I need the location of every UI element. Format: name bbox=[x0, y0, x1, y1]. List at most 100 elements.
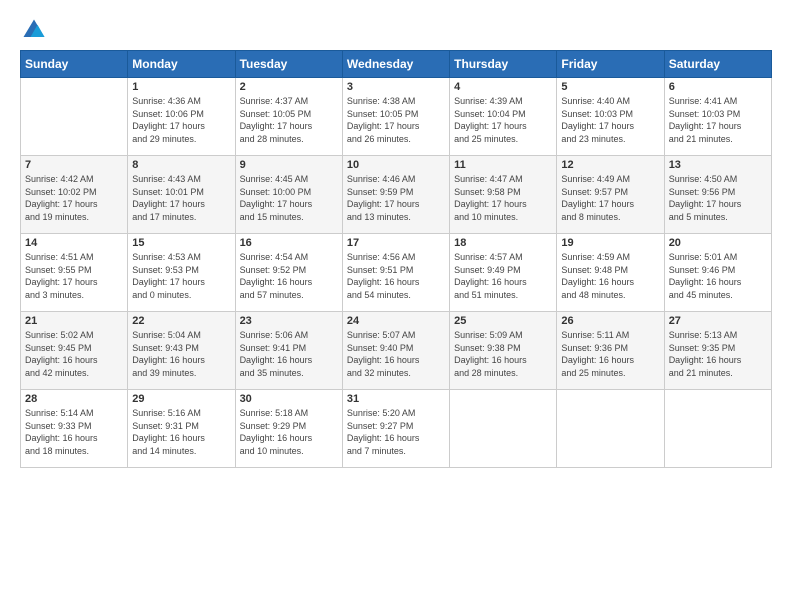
day-number: 7 bbox=[25, 159, 123, 171]
calendar-cell: 31 Sunrise: 5:20 AM Sunset: 9:27 PM Dayli… bbox=[342, 390, 449, 468]
calendar-cell: 23Sunrise: 5:06 AM Sunset: 9:41 PM Dayli… bbox=[235, 312, 342, 390]
day-info: Sunrise: 4:54 AM Sunset: 9:52 PM Dayligh… bbox=[240, 251, 338, 301]
calendar-cell: 29 Sunrise: 5:16 AM Sunset: 9:31 PM Dayli… bbox=[128, 390, 235, 468]
calendar-cell: 21Sunrise: 5:02 AM Sunset: 9:45 PM Dayli… bbox=[21, 312, 128, 390]
day-number: 6 bbox=[669, 81, 767, 93]
day-info: Sunrise: 5:18 AM Sunset: 9:29 PM Dayligh… bbox=[240, 407, 338, 457]
day-info: Sunrise: 5:02 AM Sunset: 9:45 PM Dayligh… bbox=[25, 329, 123, 379]
day-number: 4 bbox=[454, 81, 552, 93]
calendar-header-wednesday: Wednesday bbox=[342, 51, 449, 78]
day-number: 1 bbox=[132, 81, 230, 93]
day-info: Sunrise: 5:13 AM Sunset: 9:35 PM Dayligh… bbox=[669, 329, 767, 379]
day-number: 20 bbox=[669, 237, 767, 249]
calendar-header-saturday: Saturday bbox=[664, 51, 771, 78]
day-number: 17 bbox=[347, 237, 445, 249]
day-number: 13 bbox=[669, 159, 767, 171]
day-info: Sunrise: 4:57 AM Sunset: 9:49 PM Dayligh… bbox=[454, 251, 552, 301]
day-info: Sunrise: 4:39 AM Sunset: 10:04 PM Daylig… bbox=[454, 95, 552, 145]
page: SundayMondayTuesdayWednesdayThursdayFrid… bbox=[0, 0, 792, 478]
calendar-header-monday: Monday bbox=[128, 51, 235, 78]
calendar-cell: 25 Sunrise: 5:09 AM Sunset: 9:38 PM Dayli… bbox=[450, 312, 557, 390]
day-info: Sunrise: 4:47 AM Sunset: 9:58 PM Dayligh… bbox=[454, 173, 552, 223]
day-number: 18 bbox=[454, 237, 552, 249]
day-number: 24 bbox=[347, 315, 445, 327]
day-info: Sunrise: 4:50 AM Sunset: 9:56 PM Dayligh… bbox=[669, 173, 767, 223]
day-number: 10 bbox=[347, 159, 445, 171]
calendar-cell: 2 Sunrise: 4:37 AM Sunset: 10:05 PM Dayli… bbox=[235, 78, 342, 156]
calendar-header-row: SundayMondayTuesdayWednesdayThursdayFrid… bbox=[21, 51, 772, 78]
day-info: Sunrise: 5:07 AM Sunset: 9:40 PM Dayligh… bbox=[347, 329, 445, 379]
calendar-week-3: 14Sunrise: 4:51 AM Sunset: 9:55 PM Dayli… bbox=[21, 234, 772, 312]
calendar-cell: 10 Sunrise: 4:46 AM Sunset: 9:59 PM Dayli… bbox=[342, 156, 449, 234]
day-info: Sunrise: 5:04 AM Sunset: 9:43 PM Dayligh… bbox=[132, 329, 230, 379]
day-number: 5 bbox=[561, 81, 659, 93]
calendar-header-sunday: Sunday bbox=[21, 51, 128, 78]
calendar-cell bbox=[557, 390, 664, 468]
calendar-week-1: 1 Sunrise: 4:36 AM Sunset: 10:06 PM Dayli… bbox=[21, 78, 772, 156]
calendar-cell: 17 Sunrise: 4:56 AM Sunset: 9:51 PM Dayli… bbox=[342, 234, 449, 312]
day-info: Sunrise: 5:01 AM Sunset: 9:46 PM Dayligh… bbox=[669, 251, 767, 301]
calendar-cell: 7 Sunrise: 4:42 AM Sunset: 10:02 PM Dayli… bbox=[21, 156, 128, 234]
day-info: Sunrise: 4:41 AM Sunset: 10:03 PM Daylig… bbox=[669, 95, 767, 145]
calendar-cell: 15 Sunrise: 4:53 AM Sunset: 9:53 PM Dayli… bbox=[128, 234, 235, 312]
calendar-cell: 26Sunrise: 5:11 AM Sunset: 9:36 PM Dayli… bbox=[557, 312, 664, 390]
calendar-cell: 27 Sunrise: 5:13 AM Sunset: 9:35 PM Dayli… bbox=[664, 312, 771, 390]
day-info: Sunrise: 4:59 AM Sunset: 9:48 PM Dayligh… bbox=[561, 251, 659, 301]
day-number: 31 bbox=[347, 393, 445, 405]
day-number: 28 bbox=[25, 393, 123, 405]
calendar-cell bbox=[21, 78, 128, 156]
day-number: 29 bbox=[132, 393, 230, 405]
day-info: Sunrise: 4:40 AM Sunset: 10:03 PM Daylig… bbox=[561, 95, 659, 145]
day-number: 11 bbox=[454, 159, 552, 171]
calendar-cell: 9 Sunrise: 4:45 AM Sunset: 10:00 PM Dayli… bbox=[235, 156, 342, 234]
day-number: 8 bbox=[132, 159, 230, 171]
day-info: Sunrise: 5:06 AM Sunset: 9:41 PM Dayligh… bbox=[240, 329, 338, 379]
day-number: 2 bbox=[240, 81, 338, 93]
day-info: Sunrise: 4:37 AM Sunset: 10:05 PM Daylig… bbox=[240, 95, 338, 145]
day-info: Sunrise: 4:53 AM Sunset: 9:53 PM Dayligh… bbox=[132, 251, 230, 301]
day-number: 25 bbox=[454, 315, 552, 327]
day-info: Sunrise: 4:36 AM Sunset: 10:06 PM Daylig… bbox=[132, 95, 230, 145]
day-number: 22 bbox=[132, 315, 230, 327]
calendar-week-4: 21Sunrise: 5:02 AM Sunset: 9:45 PM Dayli… bbox=[21, 312, 772, 390]
calendar-cell bbox=[450, 390, 557, 468]
day-number: 30 bbox=[240, 393, 338, 405]
day-number: 16 bbox=[240, 237, 338, 249]
calendar-cell: 14Sunrise: 4:51 AM Sunset: 9:55 PM Dayli… bbox=[21, 234, 128, 312]
logo-icon bbox=[20, 16, 48, 44]
day-info: Sunrise: 4:45 AM Sunset: 10:00 PM Daylig… bbox=[240, 173, 338, 223]
calendar-cell: 13 Sunrise: 4:50 AM Sunset: 9:56 PM Dayli… bbox=[664, 156, 771, 234]
day-number: 9 bbox=[240, 159, 338, 171]
calendar-cell bbox=[664, 390, 771, 468]
calendar-week-2: 7 Sunrise: 4:42 AM Sunset: 10:02 PM Dayli… bbox=[21, 156, 772, 234]
calendar-cell: 8 Sunrise: 4:43 AM Sunset: 10:01 PM Dayli… bbox=[128, 156, 235, 234]
day-info: Sunrise: 4:51 AM Sunset: 9:55 PM Dayligh… bbox=[25, 251, 123, 301]
day-info: Sunrise: 4:43 AM Sunset: 10:01 PM Daylig… bbox=[132, 173, 230, 223]
day-info: Sunrise: 4:42 AM Sunset: 10:02 PM Daylig… bbox=[25, 173, 123, 223]
day-info: Sunrise: 5:16 AM Sunset: 9:31 PM Dayligh… bbox=[132, 407, 230, 457]
calendar-week-5: 28 Sunrise: 5:14 AM Sunset: 9:33 PM Dayli… bbox=[21, 390, 772, 468]
calendar-cell: 28 Sunrise: 5:14 AM Sunset: 9:33 PM Dayli… bbox=[21, 390, 128, 468]
day-info: Sunrise: 5:20 AM Sunset: 9:27 PM Dayligh… bbox=[347, 407, 445, 457]
day-number: 12 bbox=[561, 159, 659, 171]
day-info: Sunrise: 4:49 AM Sunset: 9:57 PM Dayligh… bbox=[561, 173, 659, 223]
calendar-cell: 30 Sunrise: 5:18 AM Sunset: 9:29 PM Dayli… bbox=[235, 390, 342, 468]
day-number: 27 bbox=[669, 315, 767, 327]
calendar-cell: 19 Sunrise: 4:59 AM Sunset: 9:48 PM Dayli… bbox=[557, 234, 664, 312]
day-info: Sunrise: 5:14 AM Sunset: 9:33 PM Dayligh… bbox=[25, 407, 123, 457]
day-number: 26 bbox=[561, 315, 659, 327]
calendar-cell: 20 Sunrise: 5:01 AM Sunset: 9:46 PM Dayli… bbox=[664, 234, 771, 312]
day-info: Sunrise: 4:46 AM Sunset: 9:59 PM Dayligh… bbox=[347, 173, 445, 223]
calendar-cell: 22 Sunrise: 5:04 AM Sunset: 9:43 PM Dayli… bbox=[128, 312, 235, 390]
calendar-cell: 18 Sunrise: 4:57 AM Sunset: 9:49 PM Dayli… bbox=[450, 234, 557, 312]
day-number: 15 bbox=[132, 237, 230, 249]
day-info: Sunrise: 5:09 AM Sunset: 9:38 PM Dayligh… bbox=[454, 329, 552, 379]
calendar-cell: 11 Sunrise: 4:47 AM Sunset: 9:58 PM Dayli… bbox=[450, 156, 557, 234]
calendar-cell: 6 Sunrise: 4:41 AM Sunset: 10:03 PM Dayli… bbox=[664, 78, 771, 156]
calendar-cell: 24 Sunrise: 5:07 AM Sunset: 9:40 PM Dayli… bbox=[342, 312, 449, 390]
calendar-header-friday: Friday bbox=[557, 51, 664, 78]
calendar-header-thursday: Thursday bbox=[450, 51, 557, 78]
day-number: 19 bbox=[561, 237, 659, 249]
day-info: Sunrise: 4:56 AM Sunset: 9:51 PM Dayligh… bbox=[347, 251, 445, 301]
day-info: Sunrise: 4:38 AM Sunset: 10:05 PM Daylig… bbox=[347, 95, 445, 145]
